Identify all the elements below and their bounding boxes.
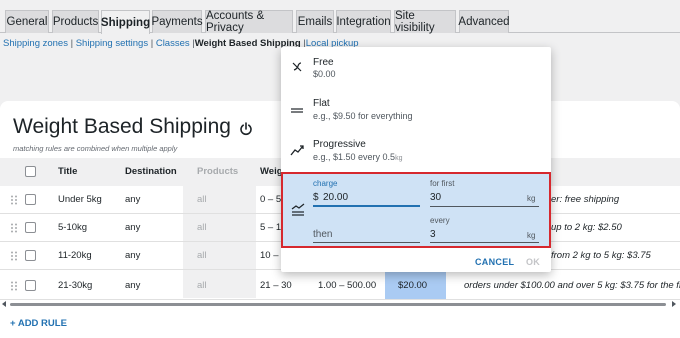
rule-title: 11-20kg [58, 250, 92, 261]
row-checkbox[interactable] [25, 250, 36, 261]
tab-advanced[interactable]: Advanced [458, 10, 510, 33]
row-checkbox[interactable] [25, 222, 36, 233]
tab-site-visibility[interactable]: Site visibility [394, 10, 456, 34]
charge-label: charge [313, 179, 338, 188]
rule-title: 21-30kg [58, 280, 93, 291]
charge-underline [313, 205, 420, 207]
every-label: every [430, 216, 450, 225]
rule-title: 5-10kg [58, 222, 88, 233]
rule-products: all [197, 222, 207, 233]
option-desc: $0.00 [313, 69, 336, 79]
cancel-button[interactable]: CANCEL [475, 257, 514, 267]
horizontal-scrollbar[interactable] [0, 300, 680, 308]
drag-handle-icon[interactable] [10, 223, 18, 233]
drag-handle-icon[interactable] [10, 251, 18, 261]
option-progressive[interactable]: Progressive e.g., $1.50 every 0.5kg [281, 131, 551, 171]
page-title: Weight Based Shipping [13, 115, 231, 138]
add-rule-button[interactable]: + ADD RULE [10, 318, 67, 329]
rule-note: er: free shipping [551, 194, 620, 205]
scroll-left-arrow-icon[interactable] [2, 301, 6, 307]
tab-emails[interactable]: Emails [296, 10, 334, 33]
option-title: Free [313, 57, 334, 68]
rule-products: all [197, 194, 207, 205]
rule-products: all [197, 280, 207, 291]
every-underline [430, 242, 539, 243]
tab-payments[interactable]: Payments [151, 10, 203, 33]
every-input[interactable]: 3 [430, 229, 436, 240]
column-destination[interactable]: Destination [125, 158, 177, 186]
scroll-right-arrow-icon[interactable] [672, 301, 676, 307]
scroll-thumb[interactable] [10, 303, 666, 306]
subnav-separator: | [150, 38, 154, 49]
drag-handle-icon[interactable] [10, 195, 18, 205]
option-desc: e.g., $9.50 for everything [313, 111, 413, 121]
rule-weight: 5 – 1 [260, 222, 282, 233]
rule-subtotal: 1.00 – 500.00 [318, 280, 377, 291]
column-products[interactable]: Products [197, 158, 238, 186]
option-desc-unit: kg [395, 155, 403, 162]
then-input[interactable]: then [313, 229, 332, 240]
ok-button[interactable]: OK [526, 257, 540, 267]
option-desc-text: e.g., $1.50 every 0.5 [313, 152, 396, 162]
option-flat[interactable]: Flat e.g., $9.50 for everything [281, 89, 551, 129]
rule-products: all [197, 250, 207, 261]
rule-weight: 0 – 5 [260, 194, 282, 205]
subnav-shipping-zones[interactable]: Shipping zones [3, 38, 68, 49]
option-free[interactable]: Free $0.00 [281, 47, 551, 89]
column-title[interactable]: Title [58, 158, 77, 186]
custom-rate-option[interactable]: charge $ 20.00 for first 30 kg then ever… [281, 172, 551, 248]
column-weight[interactable]: Weig [260, 158, 283, 186]
table-row[interactable]: 21-30kg any all 21 – 30 1.00 – 500.00 $2… [0, 272, 680, 300]
for-first-label: for first [430, 179, 455, 188]
tab-general[interactable]: General [5, 10, 49, 33]
rule-note: orders under $100.00 and over 5 kg: $3.7… [464, 280, 680, 291]
option-title: Flat [313, 98, 330, 109]
then-underline [313, 242, 420, 243]
tab-integration[interactable]: Integration [336, 10, 391, 33]
row-checkbox[interactable] [25, 194, 36, 205]
rule-note: from 2 kg to 5 kg: $3.75 [551, 250, 651, 261]
rule-title: Under 5kg [58, 194, 102, 205]
select-all-checkbox[interactable] [25, 166, 36, 177]
rule-destination: any [125, 222, 141, 233]
tab-shipping[interactable]: Shipping [101, 10, 150, 34]
settings-tabs: General Products Shipping Payments Accou… [0, 0, 680, 34]
charge-currency: $ [313, 192, 319, 203]
subnav-shipping-settings[interactable]: Shipping settings [76, 38, 148, 49]
rule-weight: 21 – 30 [260, 280, 292, 291]
progressive-icon [290, 145, 304, 156]
rule-weight: 10 – [260, 250, 279, 261]
rule-price[interactable]: $20.00 [398, 272, 427, 300]
flat-rate-icon [291, 108, 303, 113]
subnav-separator: | [70, 38, 74, 49]
for-first-underline [430, 206, 539, 207]
rule-note: up to 2 kg: $2.50 [551, 222, 622, 233]
custom-rate-icon [291, 203, 305, 216]
every-unit: kg [527, 231, 536, 240]
option-title: Progressive [313, 139, 366, 150]
drag-handle-icon[interactable] [10, 281, 18, 291]
tab-accounts-privacy[interactable]: Accounts & Privacy [205, 10, 293, 34]
tab-products[interactable]: Products [52, 10, 99, 33]
subnav-classes[interactable]: Classes [156, 38, 190, 49]
free-shipping-icon [292, 62, 302, 72]
rule-destination: any [125, 194, 141, 205]
page-subtitle: matching rules are combined when multipl… [13, 144, 178, 153]
rule-destination: any [125, 250, 141, 261]
rule-destination: any [125, 280, 141, 291]
charge-input[interactable]: 20.00 [323, 192, 348, 203]
for-first-unit: kg [527, 194, 536, 203]
power-icon[interactable] [238, 121, 254, 137]
for-first-input[interactable]: 30 [430, 192, 441, 203]
option-desc: e.g., $1.50 every 0.5kg [313, 152, 402, 162]
row-checkbox[interactable] [25, 280, 36, 291]
